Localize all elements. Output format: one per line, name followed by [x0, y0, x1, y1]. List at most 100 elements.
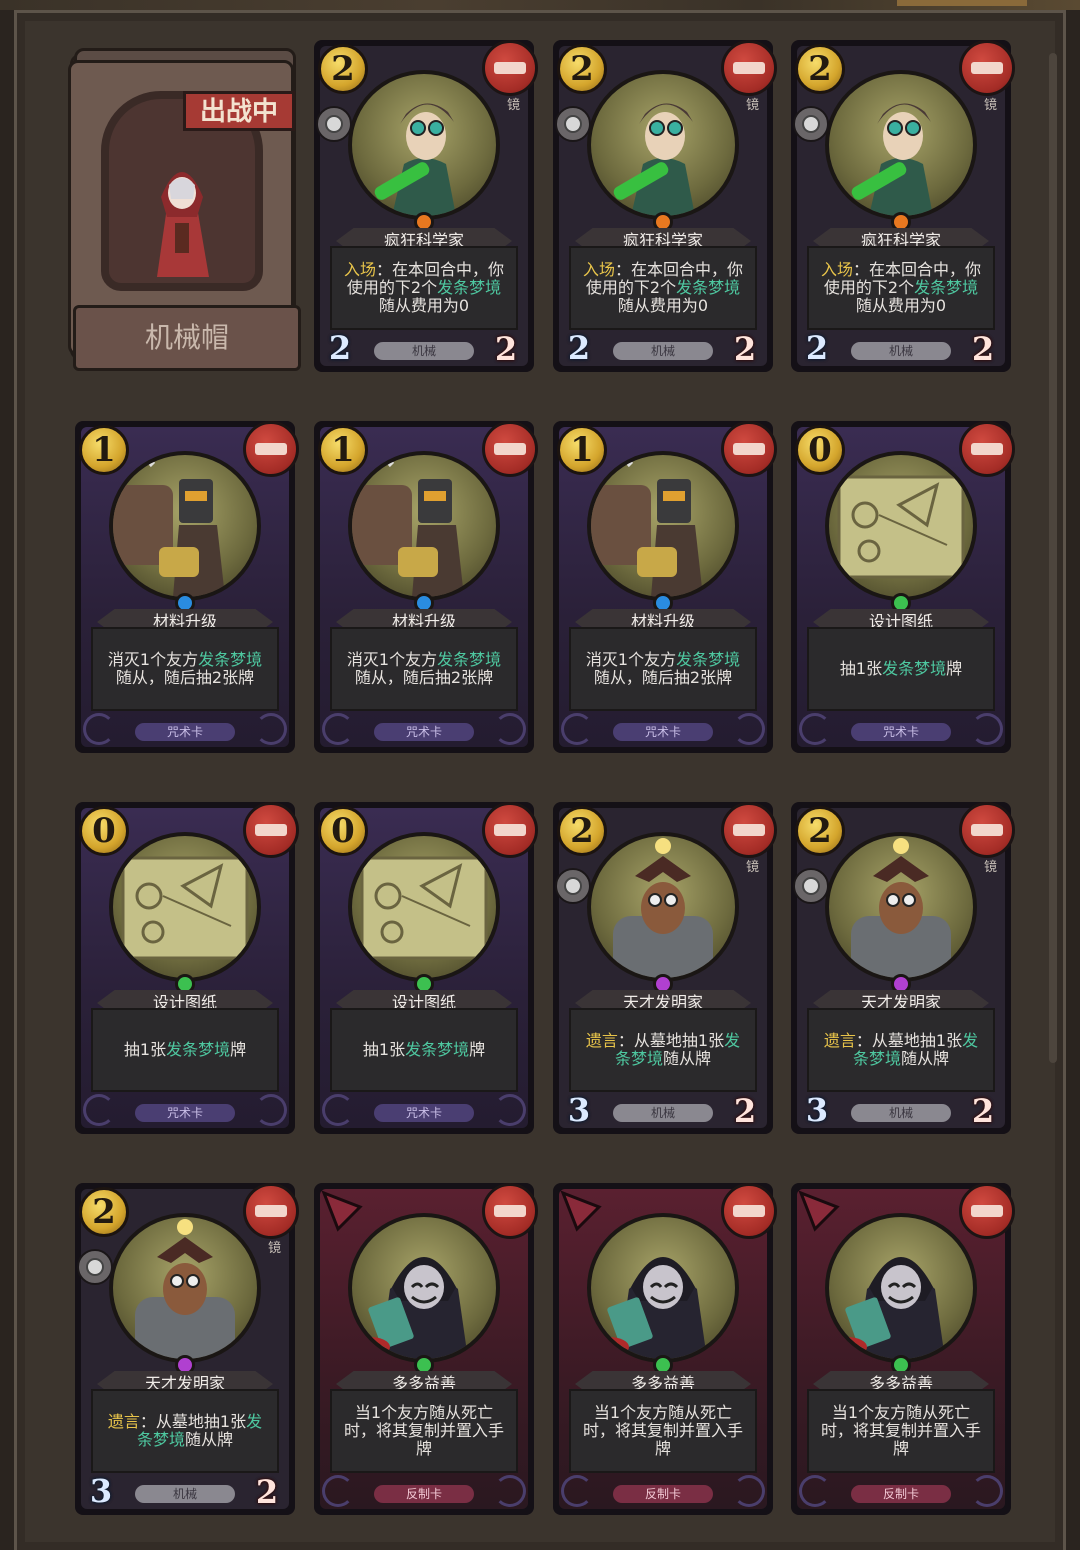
attack-value: 3 — [81, 1471, 121, 1511]
card-description: 抽1张发条梦境牌 — [807, 627, 995, 711]
deck-card[interactable]: 2 镜天才发明家 遗言：从墓地抽1张发条梦境随从牌 机械 3 2 — [791, 802, 1015, 1134]
hero-status-banner: 出战中 — [183, 91, 295, 131]
gear-icon — [316, 106, 352, 142]
minus-icon — [255, 824, 287, 836]
attack-value: 2 — [797, 328, 837, 368]
swirl-ornament-icon — [322, 713, 354, 745]
deck-card[interactable]: 多多益善 当1个友方随从死亡时，将其复制并置入手牌 反制卡 — [791, 1183, 1015, 1515]
remove-card-button[interactable] — [243, 802, 299, 858]
remove-card-button[interactable] — [482, 40, 538, 96]
deck-card[interactable]: 2 镜疯狂科学家 入场：在本回合中，你使用的下2个发条梦境随从费用为0 机械 2 2 — [314, 40, 538, 372]
card-type: 机械 — [374, 342, 474, 360]
card-type: 机械 — [613, 342, 713, 360]
deck-card[interactable]: 2 镜天才发明家 遗言：从墓地抽1张发条梦境随从牌 机械 3 2 — [553, 802, 777, 1134]
hero-card[interactable]: 出战中 机械帽 — [68, 46, 301, 371]
minus-icon — [733, 62, 765, 74]
card-art — [825, 451, 977, 601]
faction-keyword-text: 发条梦境 — [198, 650, 263, 669]
keyword-text: 入场 — [343, 260, 376, 279]
description-fragment: 随从费用为0 — [378, 296, 470, 315]
card-type: 咒术卡 — [135, 1104, 235, 1122]
deck-card[interactable]: 0 设计图纸 抽1张发条梦境牌 咒术卡 — [791, 421, 1015, 753]
health-value: 2 — [486, 328, 526, 368]
remove-card-button[interactable] — [959, 40, 1015, 96]
card-art — [587, 832, 739, 982]
swirl-ornament-icon — [494, 713, 526, 745]
swirl-ornament-icon — [733, 713, 765, 745]
remove-card-button[interactable] — [243, 421, 299, 477]
card-tag: 镜 — [267, 1241, 281, 1256]
description-fragment: 随从牌 — [663, 1049, 712, 1068]
card-tag: 镜 — [983, 98, 997, 113]
card-description-text: 入场：在本回合中，你使用的下2个发条梦境随从费用为0 — [579, 261, 747, 315]
remove-card-button[interactable] — [721, 802, 777, 858]
card-description-text: 遗言：从墓地抽1张发条梦境随从牌 — [817, 1032, 985, 1068]
swirl-ornament-icon — [255, 713, 287, 745]
swirl-ornament-icon — [799, 713, 831, 745]
deck-card[interactable]: 2 镜疯狂科学家 入场：在本回合中，你使用的下2个发条梦境随从费用为0 机械 2 2 — [553, 40, 777, 372]
card-art — [348, 832, 500, 982]
minus-icon — [971, 824, 1003, 836]
card-description: 抽1张发条梦境牌 — [330, 1008, 518, 1092]
card-description-text: 当1个友方随从死亡时，将其复制并置入手牌 — [579, 1404, 747, 1458]
remove-card-button[interactable] — [721, 421, 777, 477]
card-art — [348, 1213, 500, 1363]
counter-emblem-icon — [560, 1190, 602, 1232]
card-description: 抽1张发条梦境牌 — [91, 1008, 279, 1092]
description-fragment: 消灭1个友方 — [346, 650, 438, 669]
description-fragment: 当1个友方随从死亡时，将其复制并置入手牌 — [343, 1403, 504, 1458]
description-fragment: 2 — [887, 278, 899, 297]
top-accent — [897, 0, 1027, 6]
deck-card[interactable]: 2 镜疯狂科学家 入场：在本回合中，你使用的下2个发条梦境随从费用为0 机械 2 2 — [791, 40, 1015, 372]
remove-card-button[interactable] — [959, 802, 1015, 858]
card-type: 咒术卡 — [135, 723, 235, 741]
card-description-text: 抽1张发条梦境牌 — [363, 1041, 485, 1059]
deck-card[interactable]: 2 镜天才发明家 遗言：从墓地抽1张发条梦境随从牌 机械 3 2 — [75, 1183, 299, 1515]
health-value: 2 — [247, 1471, 287, 1511]
mana-cost: 1 — [79, 425, 129, 475]
minus-icon — [733, 443, 765, 455]
deck-card[interactable]: 0 设计图纸 抽1张发条梦境牌 咒术卡 — [75, 802, 299, 1134]
remove-card-button[interactable] — [243, 1183, 299, 1239]
minus-icon — [494, 62, 526, 74]
card-description: 遗言：从墓地抽1张发条梦境随从牌 — [91, 1389, 279, 1473]
faction-keyword-text: 发条梦境 — [914, 278, 979, 297]
mana-cost: 0 — [79, 806, 129, 856]
description-fragment: 消灭1个友方 — [585, 650, 677, 669]
faction-keyword-text: 发条梦境 — [437, 278, 502, 297]
keyword-text: 遗言 — [107, 1412, 140, 1431]
scrollbar[interactable] — [1049, 53, 1057, 1063]
deck-card[interactable]: 1 材料升级 消灭1个友方发条梦境随从，随后抽2张牌 咒术卡 — [75, 421, 299, 753]
remove-card-button[interactable] — [482, 421, 538, 477]
remove-card-button[interactable] — [482, 1183, 538, 1239]
health-value: 2 — [725, 1090, 765, 1130]
deck-card[interactable]: 0 设计图纸 抽1张发条梦境牌 咒术卡 — [314, 802, 538, 1134]
mana-cost: 0 — [318, 806, 368, 856]
gear-icon — [793, 868, 829, 904]
deck-card[interactable]: 1 材料升级 消灭1个友方发条梦境随从，随后抽2张牌 咒术卡 — [553, 421, 777, 753]
remove-card-button[interactable] — [959, 421, 1015, 477]
remove-card-button[interactable] — [721, 40, 777, 96]
mana-cost: 2 — [557, 806, 607, 856]
card-type: 机械 — [851, 342, 951, 360]
minus-icon — [255, 443, 287, 455]
swirl-ornament-icon — [83, 713, 115, 745]
mana-cost: 2 — [79, 1187, 129, 1237]
card-art — [587, 451, 739, 601]
remove-card-button[interactable] — [721, 1183, 777, 1239]
card-description-text: 当1个友方随从死亡时，将其复制并置入手牌 — [817, 1404, 985, 1458]
remove-card-button[interactable] — [482, 802, 538, 858]
remove-card-button[interactable] — [959, 1183, 1015, 1239]
mana-cost: 2 — [557, 44, 607, 94]
card-description: 当1个友方随从死亡时，将其复制并置入手牌 — [330, 1389, 518, 1473]
deck-card[interactable]: 1 材料升级 消灭1个友方发条梦境随从，随后抽2张牌 咒术卡 — [314, 421, 538, 753]
deck-card[interactable]: 多多益善 当1个友方随从死亡时，将其复制并置入手牌 反制卡 — [553, 1183, 777, 1515]
mana-cost: 1 — [557, 425, 607, 475]
swirl-ornament-icon — [322, 1475, 354, 1507]
description-fragment: 消灭1个友方 — [107, 650, 199, 669]
deck-card[interactable]: 多多益善 当1个友方随从死亡时，将其复制并置入手牌 反制卡 — [314, 1183, 538, 1515]
hero-card-face: 出战中 机械帽 — [68, 60, 301, 371]
card-description: 消灭1个友方发条梦境随从，随后抽2张牌 — [91, 627, 279, 711]
card-art — [825, 1213, 977, 1363]
description-fragment: 个 — [660, 278, 677, 297]
